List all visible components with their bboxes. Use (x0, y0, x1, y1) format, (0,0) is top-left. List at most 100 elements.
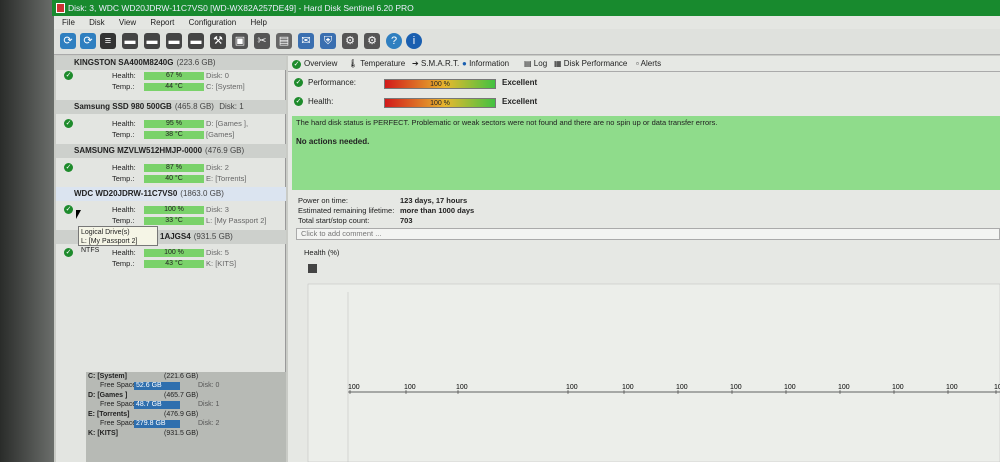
disk-entry-1[interactable]: Samsung SSD 980 500GB (465.8 GB) Disk: 1 … (56, 100, 286, 140)
disk-title: KINGSTON SA400M8240G (223.6 GB) (56, 56, 286, 70)
file-icon[interactable]: ▤ (276, 33, 292, 49)
log-icon: ▤ (524, 59, 532, 68)
menu-report[interactable]: Report (150, 18, 174, 27)
chart-point-label: 100 (892, 384, 904, 391)
toolbar: ⟳ ⟳ ≡ ▬ ▬ ▬ ▬ ⚒ ▣ ✂ ▤ ✉ ⛨ ⚙ ⚙ ? i (54, 29, 1000, 55)
disk-info: Power on time: 123 days, 17 hours Estimat… (298, 196, 475, 225)
disk-entry-0[interactable]: KINGSTON SA400M8240G (223.6 GB) ✓ Health: 6… (56, 56, 286, 92)
check-icon: ✓ (294, 78, 303, 87)
temp-bar: 40 °C (144, 175, 204, 183)
refresh-icon[interactable]: ⟳ (60, 33, 76, 49)
drive-letter: C: [System] (206, 82, 245, 91)
health-bar: 100 % (384, 98, 496, 108)
disk-test-icon[interactable]: ▬ (122, 33, 138, 49)
menu-file[interactable]: File (62, 18, 75, 27)
tab-smart[interactable]: ➔ S.M.A.R.T. (412, 56, 459, 72)
detail-panel: ✓ Overview 🌡︎ Temperature ➔ S.M.A.R.T. ● … (288, 56, 1000, 462)
performance-bar: 100 % (384, 79, 496, 89)
menu-configuration[interactable]: Configuration (189, 18, 237, 27)
disk-entry-2[interactable]: SAMSUNG MZVLW512HMJP-0000 (476.9 GB) ✓ Hea… (56, 144, 286, 184)
disk-list-icon[interactable]: ≡ (100, 33, 116, 49)
chart-point-label: 100 (348, 384, 360, 391)
chart-point-label: 100 (784, 384, 796, 391)
health-history-chart: Health (%) 100 100 100 100 100 100 100 100 100 10… (304, 246, 1000, 462)
window-title: Disk: 3, WDC WD20JDRW-11C7VS0 [WD-WX82A2… (68, 3, 414, 13)
actions-text: No actions needed. (296, 137, 370, 146)
drive-row[interactable]: C: [System] (221.6 GB) Free Space 52.6 GB Di… (86, 372, 286, 391)
shield-icon[interactable]: ⛨ (320, 33, 336, 49)
chart-point-label: 100 (622, 384, 634, 391)
alerts-icon: ▫ (636, 59, 639, 68)
check-icon: ✓ (294, 97, 303, 106)
menu-help[interactable]: Help (250, 18, 266, 27)
chart-point-label: 100 (730, 384, 742, 391)
short-test-icon[interactable]: ▬ (166, 33, 182, 49)
chart-point-label: 100 (946, 384, 958, 391)
refresh-all-icon[interactable]: ⟳ (80, 33, 96, 49)
performance-icon: ▦ (554, 59, 562, 68)
wrench-icon[interactable]: ⚒ (210, 33, 226, 49)
surface-test-icon[interactable]: ▬ (144, 33, 160, 49)
chart-point-label: 100 (838, 384, 850, 391)
free-space-bar: 279.8 GB (134, 420, 180, 428)
tab-temperature[interactable]: 🌡︎ Temperature (348, 56, 405, 72)
title-bar: Disk: 3, WDC WD20JDRW-11C7VS0 [WD-WX82A2… (52, 0, 1000, 16)
tab-alerts[interactable]: ▫ Alerts (636, 56, 661, 72)
chart-point-label: 100 (404, 384, 416, 391)
health-bar: 87 % (144, 164, 204, 172)
help-icon[interactable]: ? (386, 33, 402, 49)
tab-overview[interactable]: ✓ Overview (292, 56, 337, 72)
check-icon: ✓ (64, 205, 73, 214)
chart-point-label: 100 (456, 384, 468, 391)
app-icon (56, 3, 65, 13)
chart-point-label: 100 (566, 384, 578, 391)
health-bar: 100 % (144, 206, 204, 214)
drive-row[interactable]: D: [Games ] (465.7 GB) Free Space 48.7 GB Di… (86, 391, 286, 410)
mail-icon[interactable]: ✉ (298, 33, 314, 49)
check-icon: ✓ (292, 60, 301, 69)
info-icon[interactable]: i (406, 33, 422, 49)
temp-bar: 33 °C (144, 217, 204, 225)
temp-bar: 43 °C (144, 260, 204, 268)
backup-icon[interactable]: ▣ (232, 33, 248, 49)
logical-drives-panel: C: [System] (221.6 GB) Free Space 52.6 GB Di… (86, 372, 286, 462)
chart-area: 100 100 100 100 100 100 100 100 100 100 100 100 (307, 283, 1000, 462)
gear-icon[interactable]: ⚙ (342, 33, 358, 49)
drive-row[interactable]: E: [Torrents] (476.9 GB) Free Space 279.8 G… (86, 410, 286, 429)
disk-title: WDC WD20JDRW-11C7VS0 (1863.0 GB) (56, 187, 286, 201)
screen-left-edge (0, 0, 54, 462)
check-icon: ✓ (64, 163, 73, 172)
health-bar: 95 % (144, 120, 204, 128)
disk-entry-3-selected[interactable]: WDC WD20JDRW-11C7VS0 (1863.0 GB) ✓ Health:… (56, 187, 286, 226)
disk-title: Samsung SSD 980 500GB (465.8 GB) Disk: 1 (56, 100, 286, 114)
settings-icon[interactable]: ⚙ (364, 33, 380, 49)
comment-field[interactable]: Click to add comment ... (296, 228, 1000, 240)
tab-log[interactable]: ▤ Log (524, 56, 547, 72)
tab-information[interactable]: ● Information (462, 56, 509, 72)
drive-letter: K: [KITS] (206, 259, 237, 268)
drive-letter: D: [Games ], (206, 119, 249, 128)
mouse-cursor (76, 210, 81, 219)
chart-point-label: 100 (994, 384, 1000, 391)
tab-bar: ✓ Overview 🌡︎ Temperature ➔ S.M.A.R.T. ● … (288, 56, 1000, 72)
check-icon: ✓ (64, 248, 73, 257)
temp-bar: 38 °C (144, 131, 204, 139)
free-space-bar: 48.7 GB (134, 401, 180, 409)
drive-letter: L: [My Passport 2] (206, 216, 267, 225)
extended-test-icon[interactable]: ▬ (188, 33, 204, 49)
info-icon: ● (462, 59, 467, 68)
menu-view[interactable]: View (119, 18, 136, 27)
logical-drives-tooltip: Logical Drive(s) L: [My Passport 2] NTFS (78, 226, 158, 254)
check-icon: ✓ (64, 119, 73, 128)
drive-letter: E: [Torrents] (206, 174, 247, 183)
status-box: The hard disk status is PERFECT. Problem… (292, 116, 1000, 190)
thermometer-icon: 🌡︎ (348, 59, 359, 68)
tab-disk-performance[interactable]: ▦ Disk Performance (554, 56, 627, 72)
health-bar: 67 % (144, 72, 204, 80)
disk-title: SAMSUNG MZVLW512HMJP-0000 (476.9 GB) (56, 144, 286, 158)
free-space-bar: 52.6 GB (134, 382, 180, 390)
drive-row[interactable]: K: [KITS] (931.5 GB) (86, 429, 286, 448)
smart-icon: ➔ (412, 59, 419, 68)
menu-disk[interactable]: Disk (89, 18, 105, 27)
tools-icon[interactable]: ✂ (254, 33, 270, 49)
